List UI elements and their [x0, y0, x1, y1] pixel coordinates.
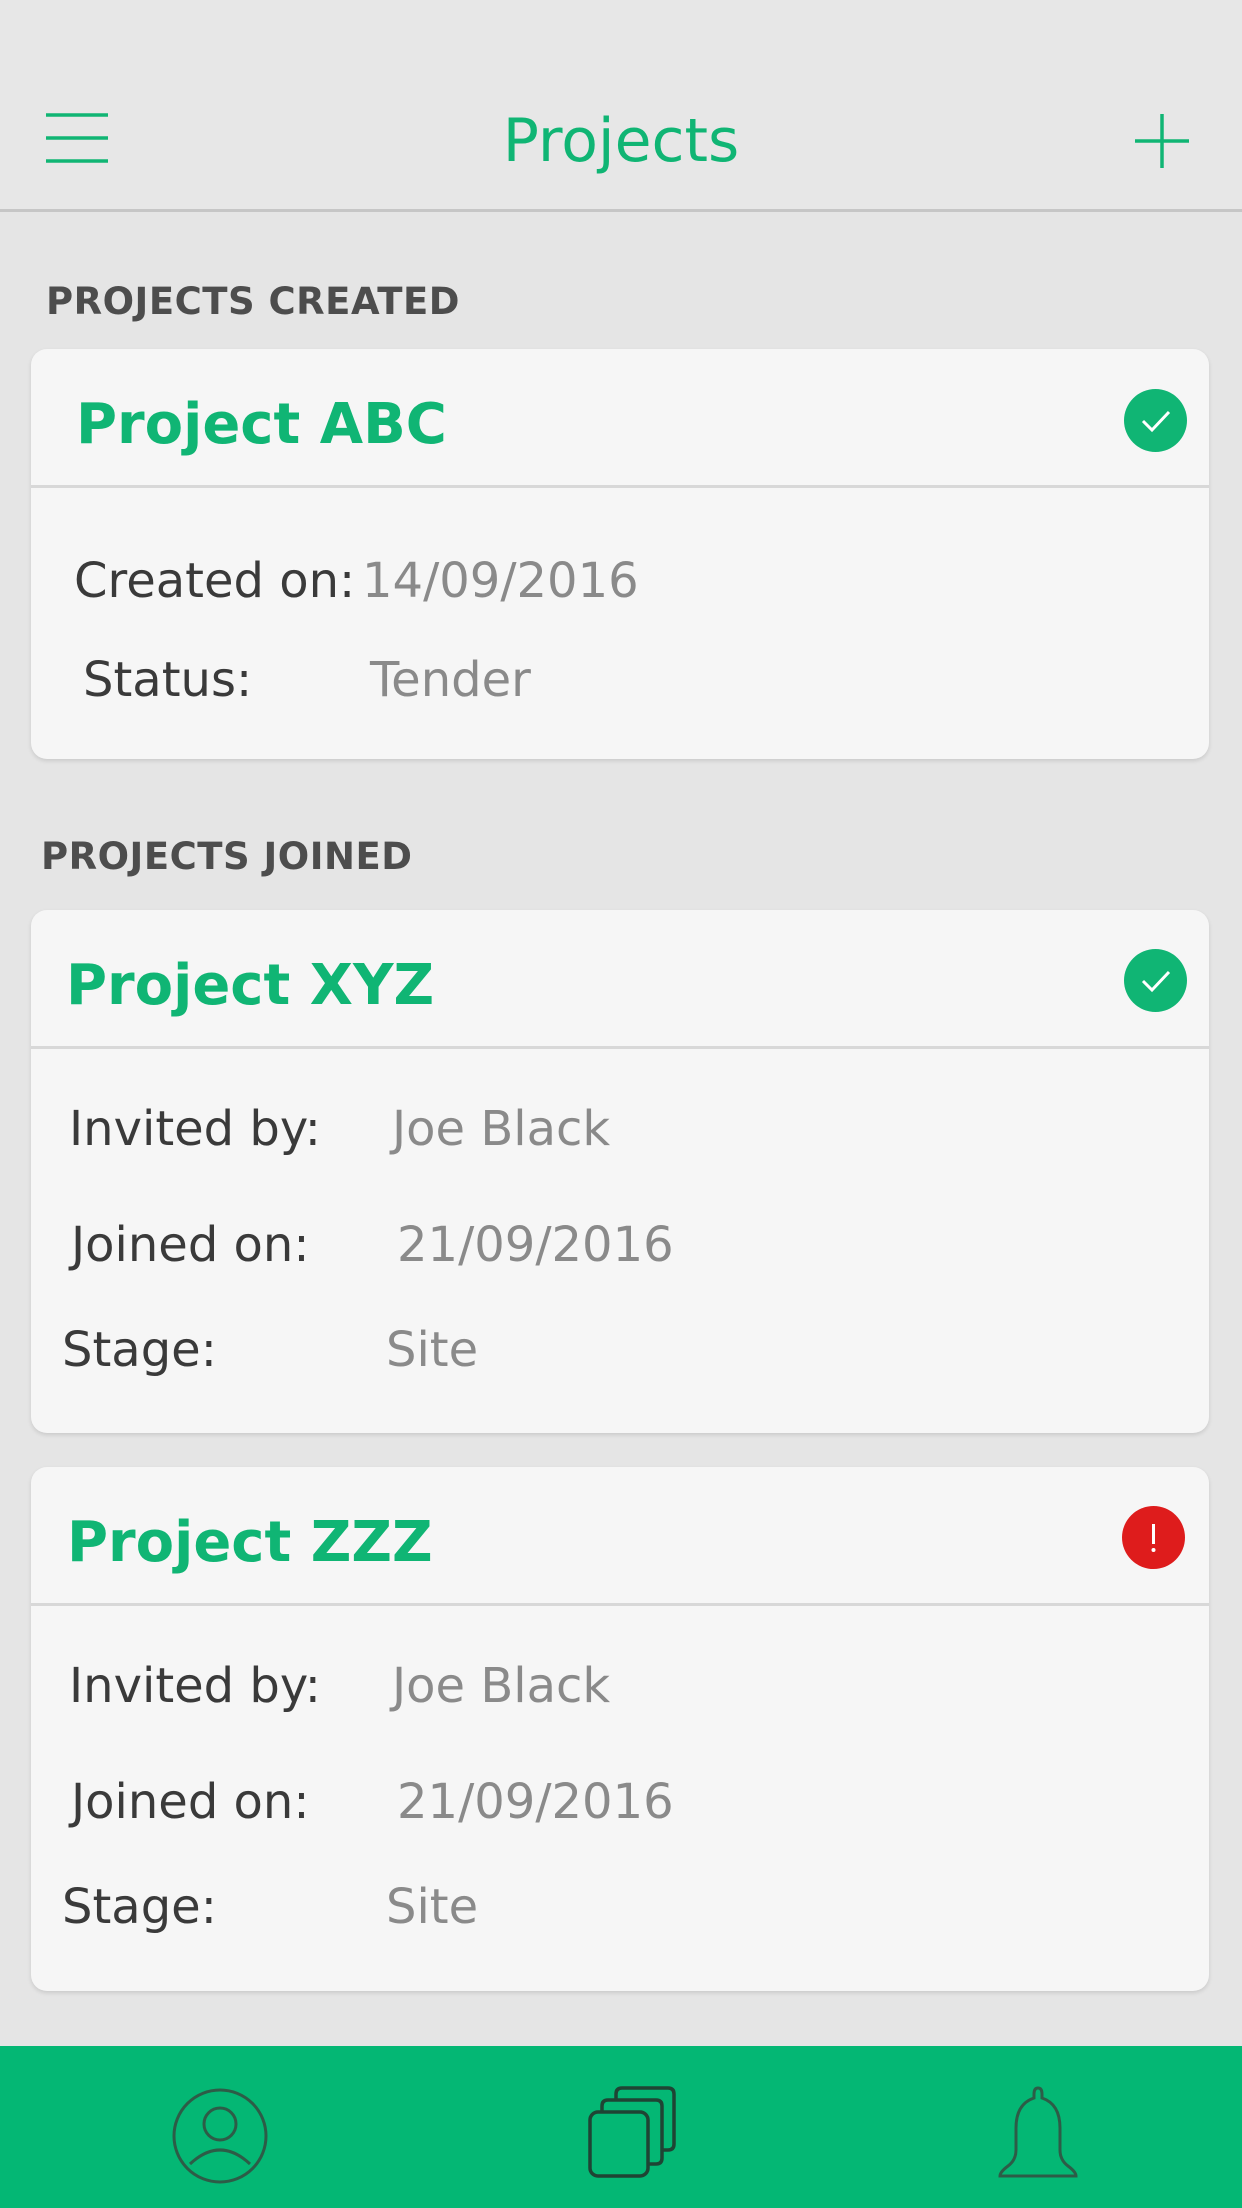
alert-circle-icon	[1151, 1524, 1156, 1552]
app-header: Projects	[0, 0, 1242, 212]
created-on-value: 14/09/2016	[362, 553, 639, 609]
invited-by-value: Joe Black	[392, 1658, 611, 1714]
status-value: Tender	[370, 652, 531, 708]
project-name: Project ZZZ	[67, 1510, 433, 1575]
status-badge	[1122, 1506, 1185, 1569]
page-title: Projects	[502, 106, 740, 176]
stage-value: Site	[386, 1879, 479, 1935]
tab-profile[interactable]	[170, 2086, 270, 2186]
project-name: Project ABC	[76, 392, 447, 457]
project-card-xyz[interactable]: Project XYZ Invited by: Joe Black Joined…	[31, 910, 1209, 1433]
status-badge	[1124, 389, 1187, 452]
project-card-header: Project XYZ	[31, 910, 1209, 1049]
invited-by-value: Joe Black	[392, 1101, 611, 1157]
add-project-button[interactable]	[1133, 112, 1191, 170]
joined-on-label: Joined on:	[71, 1217, 310, 1273]
invited-by-label: Invited by:	[69, 1658, 321, 1714]
plus-icon	[1135, 114, 1189, 168]
stage-value: Site	[386, 1322, 479, 1378]
stage-label: Stage:	[62, 1879, 217, 1935]
project-name: Project XYZ	[66, 953, 435, 1018]
project-card-abc[interactable]: Project ABC Created on: 14/09/2016 Statu…	[31, 349, 1209, 759]
project-card-header: Project ABC	[31, 349, 1209, 488]
bottom-tab-bar	[0, 2046, 1242, 2208]
project-card-zzz[interactable]: Project ZZZ Invited by: Joe Black Joined…	[31, 1467, 1209, 1991]
project-card-header: Project ZZZ	[31, 1467, 1209, 1606]
created-on-label: Created on:	[74, 553, 356, 609]
status-badge	[1124, 949, 1187, 1012]
bell-icon	[998, 2086, 1078, 2178]
projects-icon	[588, 2086, 676, 2178]
joined-on-label: Joined on:	[71, 1774, 310, 1830]
tab-projects[interactable]	[582, 2084, 682, 2184]
invited-by-label: Invited by:	[69, 1101, 321, 1157]
section-title-projects-joined: PROJECTS JOINED	[41, 835, 413, 878]
check-circle-icon	[1141, 970, 1171, 993]
status-label: Status:	[83, 652, 253, 708]
joined-on-value: 21/09/2016	[397, 1217, 674, 1273]
tab-notifications[interactable]	[990, 2084, 1086, 2188]
check-circle-icon	[1141, 410, 1171, 433]
stage-label: Stage:	[62, 1322, 217, 1378]
profile-icon	[172, 2088, 268, 2184]
section-title-projects-created: PROJECTS CREATED	[46, 280, 460, 323]
joined-on-value: 21/09/2016	[397, 1774, 674, 1830]
